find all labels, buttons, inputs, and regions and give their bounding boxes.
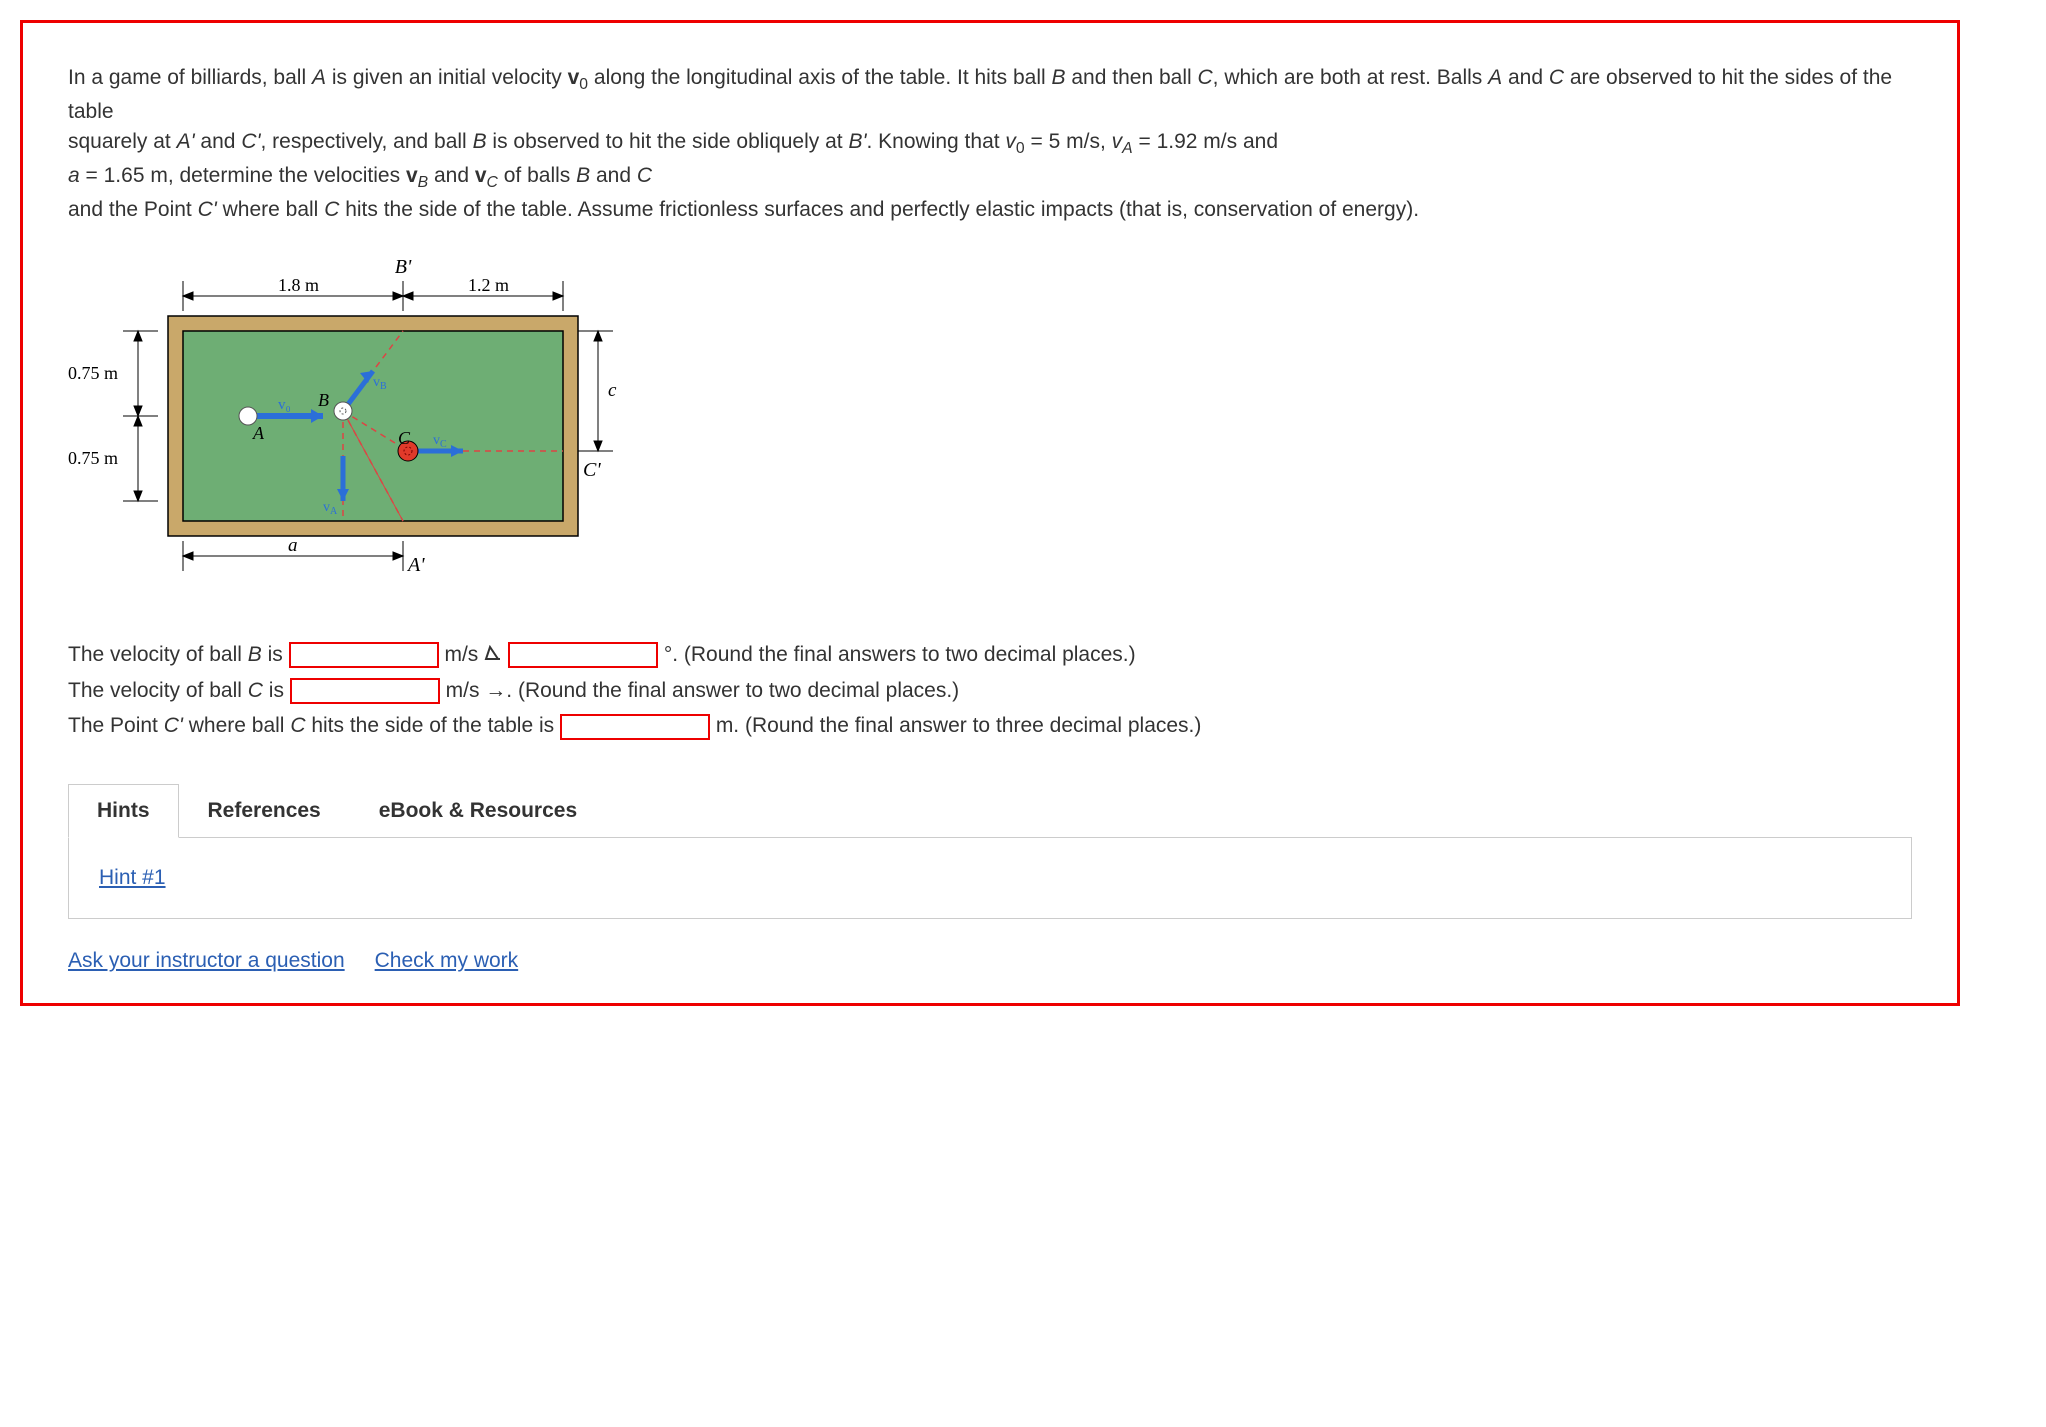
tab-hints[interactable]: Hints bbox=[68, 784, 179, 838]
tab-references[interactable]: References bbox=[179, 784, 350, 838]
label-Bprime: B' bbox=[395, 256, 412, 278]
dim-1-2: 1.2 m bbox=[468, 275, 509, 295]
input-vb-angle[interactable] bbox=[508, 642, 658, 668]
label-B: B bbox=[318, 390, 329, 410]
tab-ebook[interactable]: eBook & Resources bbox=[350, 784, 606, 838]
dim-075-top: 0.75 m bbox=[68, 363, 118, 383]
angle-icon bbox=[484, 638, 502, 672]
dim-c: c bbox=[608, 380, 617, 401]
label-v0: v₀ bbox=[278, 397, 291, 413]
input-cprime-distance[interactable] bbox=[560, 714, 710, 740]
label-C: C bbox=[398, 428, 411, 448]
answer-section: The velocity of ball B is m/s °. (Round … bbox=[68, 637, 1912, 744]
problem-statement: In a game of billiards, ball A is given … bbox=[68, 63, 1912, 226]
question-container: In a game of billiards, ball A is given … bbox=[20, 20, 1960, 1006]
answer-line-vb: The velocity of ball B is m/s °. (Round … bbox=[68, 637, 1912, 673]
hint-1-link[interactable]: Hint #1 bbox=[99, 866, 166, 889]
check-my-work-link[interactable]: Check my work bbox=[375, 949, 519, 973]
answer-line-cprime: The Point C' where ball C hits the side … bbox=[68, 708, 1912, 744]
label-Aprime: A' bbox=[406, 554, 425, 576]
dim-075-bot: 0.75 m bbox=[68, 448, 118, 468]
bottom-actions: Ask your instructor a question Check my … bbox=[68, 949, 1912, 973]
label-Cprime: C' bbox=[583, 459, 601, 481]
billiards-figure: 1.8 m 1.2 m B' 0.75 m 0.75 m bbox=[68, 251, 1912, 597]
dim-1-8: 1.8 m bbox=[278, 275, 319, 295]
label-A: A bbox=[252, 423, 265, 443]
answer-line-vc: The velocity of ball C is m/s →. (Round … bbox=[68, 673, 1912, 709]
dim-a: a bbox=[288, 535, 298, 556]
ask-instructor-link[interactable]: Ask your instructor a question bbox=[68, 949, 345, 973]
input-vb-magnitude[interactable] bbox=[289, 642, 439, 668]
help-tabs: Hints References eBook & Resources Hint … bbox=[68, 784, 1912, 919]
input-vc-magnitude[interactable] bbox=[290, 678, 440, 704]
tab-body-hints: Hint #1 bbox=[68, 837, 1912, 919]
billiards-diagram-svg: 1.8 m 1.2 m B' 0.75 m 0.75 m bbox=[68, 251, 628, 591]
